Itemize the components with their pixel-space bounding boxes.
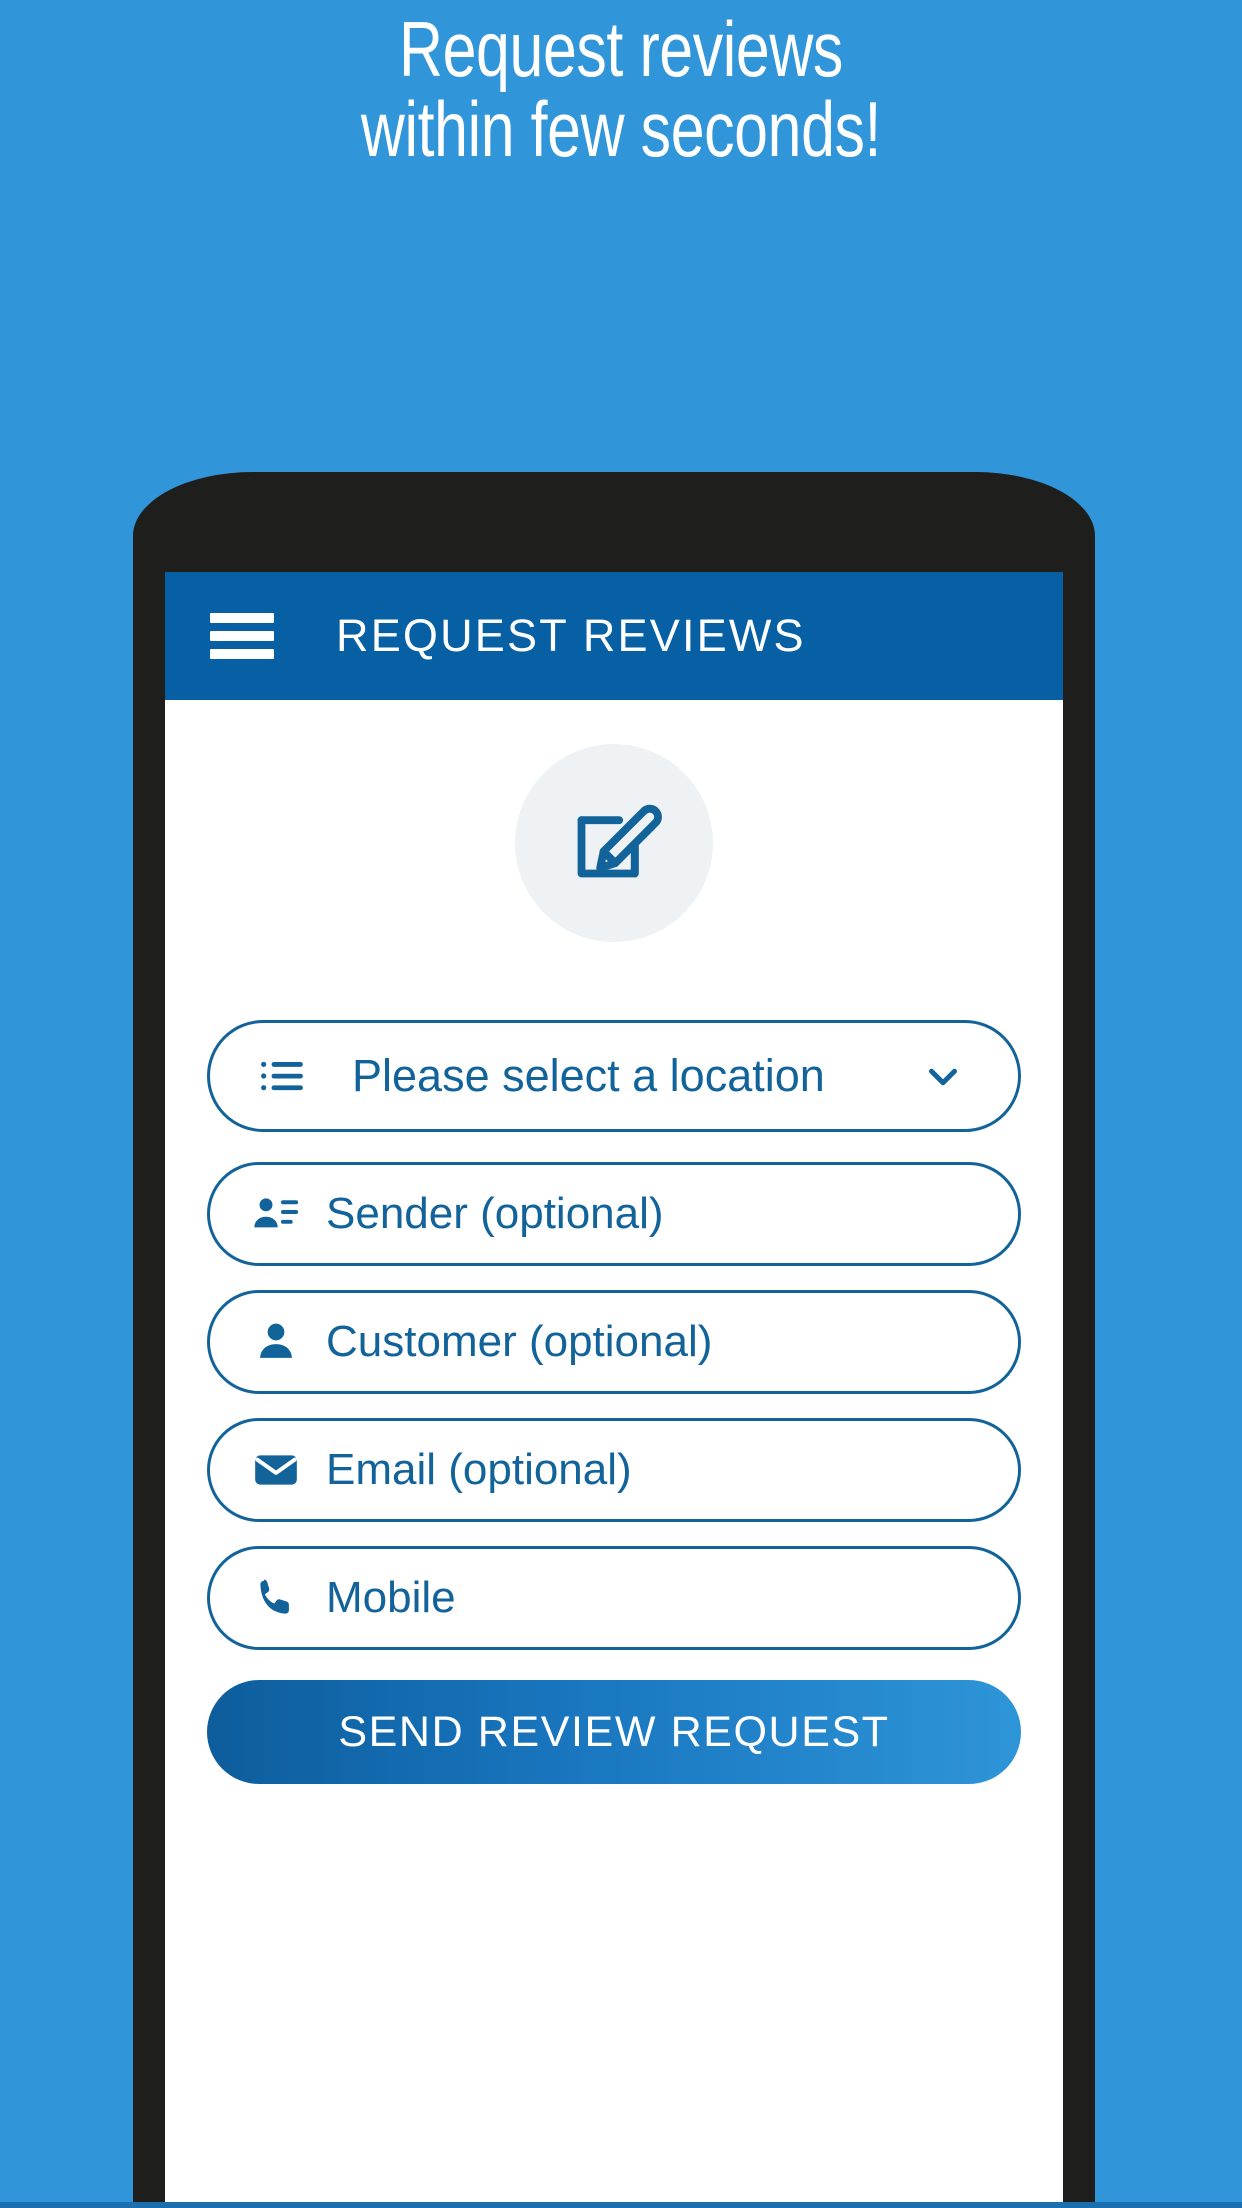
hamburger-menu-icon[interactable] xyxy=(210,613,274,659)
envelope-icon xyxy=(248,1442,304,1498)
compose-edit-icon xyxy=(562,789,666,898)
phone-mockup: REQUEST REVIEWS Please select a location… xyxy=(133,472,1095,2208)
contact-card-icon xyxy=(248,1186,304,1242)
request-form: Please select a location Sender (optiona… xyxy=(165,1020,1063,1784)
headline-line-2: within few seconds! xyxy=(360,84,882,173)
hero-icon-area xyxy=(165,744,1063,942)
hamburger-bar xyxy=(210,649,274,659)
email-field[interactable]: Email (optional) xyxy=(207,1418,1021,1522)
mobile-field[interactable]: Mobile xyxy=(207,1546,1021,1650)
sender-field-placeholder: Sender (optional) xyxy=(326,1189,664,1238)
phone-icon xyxy=(248,1570,304,1626)
sender-field[interactable]: Sender (optional) xyxy=(207,1162,1021,1266)
hero-icon-circle xyxy=(515,744,713,942)
page-title: REQUEST REVIEWS xyxy=(336,610,806,661)
screen-content: Please select a location Sender (optiona… xyxy=(165,700,1063,2208)
customer-field-placeholder: Customer (optional) xyxy=(326,1317,713,1366)
chevron-down-icon[interactable] xyxy=(920,1053,966,1099)
person-icon xyxy=(248,1314,304,1370)
location-select-value: Please select a location xyxy=(352,1050,825,1101)
send-review-request-button[interactable]: SEND REVIEW REQUEST xyxy=(207,1680,1021,1784)
bottom-accent-strip xyxy=(0,2202,1242,2208)
location-select[interactable]: Please select a location xyxy=(207,1020,1021,1132)
phone-screen: REQUEST REVIEWS Please select a location… xyxy=(165,572,1063,2208)
hamburger-bar xyxy=(210,631,274,641)
send-review-request-label: SEND REVIEW REQUEST xyxy=(338,1707,890,1756)
hamburger-bar xyxy=(210,613,274,623)
email-field-placeholder: Email (optional) xyxy=(326,1445,632,1494)
mobile-field-placeholder: Mobile xyxy=(326,1573,456,1622)
app-bar: REQUEST REVIEWS xyxy=(165,572,1063,700)
customer-field[interactable]: Customer (optional) xyxy=(207,1290,1021,1394)
headline-line-1: Request reviews xyxy=(399,5,843,93)
list-bullet-icon xyxy=(254,1048,310,1104)
promo-headline: Request reviews within few seconds! xyxy=(137,9,1106,173)
